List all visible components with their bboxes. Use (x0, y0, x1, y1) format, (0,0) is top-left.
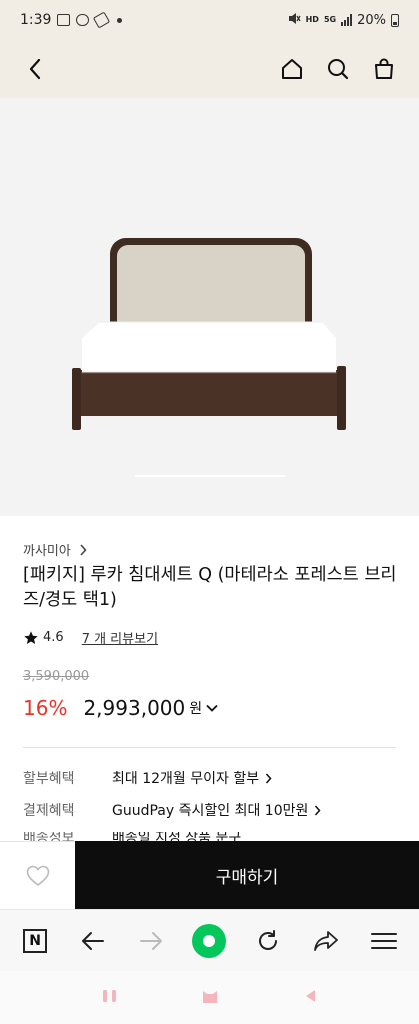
buy-button[interactable]: 구매하기 (75, 841, 419, 909)
benefit-row-payment[interactable]: 결제혜택 GuudPay 즉시할인 최대 10만원 (23, 800, 403, 820)
gallery-icon (57, 14, 71, 26)
share-icon (313, 930, 338, 951)
benefit-row-installment[interactable]: 할부혜택 최대 12개월 무이자 할부 (23, 768, 403, 788)
notification-dot-icon (117, 17, 123, 23)
currency-label: 원 (189, 701, 203, 717)
chevron-down-icon (206, 704, 218, 712)
product-title: [패키지] 루카 침대세트 Q (마테라소 포레스트 브리즈/경도 택1) (23, 565, 397, 610)
price-row: 16% 2,993,000 원 (23, 696, 218, 720)
cart-button[interactable] (369, 54, 399, 84)
talk-icon (76, 14, 90, 26)
heart-icon (26, 865, 49, 886)
status-bar: 1:39 HD 5G 20% (0, 0, 419, 40)
rating-score: 4.6 (43, 630, 64, 645)
back-button[interactable] (20, 54, 50, 84)
back-triangle-icon (306, 989, 316, 1002)
back-nav-button[interactable] (303, 988, 317, 1008)
chevron-right-icon (266, 773, 272, 783)
home-cat-icon (203, 990, 218, 1003)
divider (23, 747, 396, 748)
battery-percent: 20% (357, 12, 386, 28)
carousel-indicator (135, 475, 285, 477)
brand-name: 까사미아 (23, 544, 71, 559)
green-dot-button[interactable] (189, 921, 229, 961)
system-navigation-bar (0, 971, 419, 1024)
search-icon (328, 59, 349, 80)
arrow-right-icon (140, 931, 163, 950)
chevron-right-icon (315, 805, 321, 815)
battery-icon (391, 13, 399, 27)
sale-price: 2,993,000 (83, 696, 186, 720)
edit-icon (93, 11, 111, 29)
browser-back-button[interactable] (73, 921, 113, 961)
benefit-value: 최대 12개월 무이자 할부 (112, 771, 260, 787)
refresh-icon (258, 929, 277, 950)
rating-row: 4.6 7 개 리뷰보기 (23, 628, 158, 647)
menu-button[interactable] (364, 921, 404, 961)
signal-icon (341, 14, 353, 26)
discount-rate: 16% (23, 696, 68, 720)
network-hd-label: HD (305, 15, 319, 24)
benefit-value: GuudPay 즉시할인 최대 10만원 (112, 803, 309, 819)
search-button[interactable] (323, 54, 353, 84)
benefit-label: 할부혜택 (23, 771, 75, 787)
hamburger-menu-icon (370, 932, 397, 949)
arrow-left-icon (82, 931, 105, 950)
review-link[interactable]: 7 개 리뷰보기 (82, 628, 158, 647)
chevron-right-icon (80, 543, 87, 556)
shopping-bag-icon (375, 58, 393, 79)
recent-apps-button[interactable] (102, 988, 118, 1007)
green-dot-icon (192, 923, 227, 958)
app-header (0, 40, 419, 98)
chevron-left-icon (29, 58, 41, 80)
status-time: 1:39 (20, 12, 52, 28)
price-detail-toggle[interactable] (206, 704, 218, 712)
network-5g-label: 5G (323, 15, 337, 24)
naver-home-button[interactable]: N (15, 921, 55, 961)
bed-product-image (72, 238, 346, 430)
purchase-bar: 구매하기 (0, 841, 419, 909)
wishlist-button[interactable] (0, 841, 75, 909)
naver-n-icon: N (23, 928, 48, 953)
recent-apps-icon (102, 990, 116, 1002)
home-nav-button[interactable] (201, 988, 219, 1008)
home-button[interactable] (277, 54, 307, 84)
refresh-button[interactable] (248, 921, 288, 961)
original-price: 3,590,000 (23, 669, 90, 684)
brand-link[interactable]: 까사미아 (23, 540, 87, 559)
share-button[interactable] (306, 921, 346, 961)
mute-icon (288, 12, 301, 29)
product-image-carousel[interactable] (0, 98, 419, 516)
star-icon (24, 630, 38, 644)
browser-toolbar: N (0, 909, 419, 971)
home-icon (282, 59, 302, 79)
browser-forward-button[interactable] (131, 921, 171, 961)
benefit-label: 결제혜택 (23, 803, 75, 819)
